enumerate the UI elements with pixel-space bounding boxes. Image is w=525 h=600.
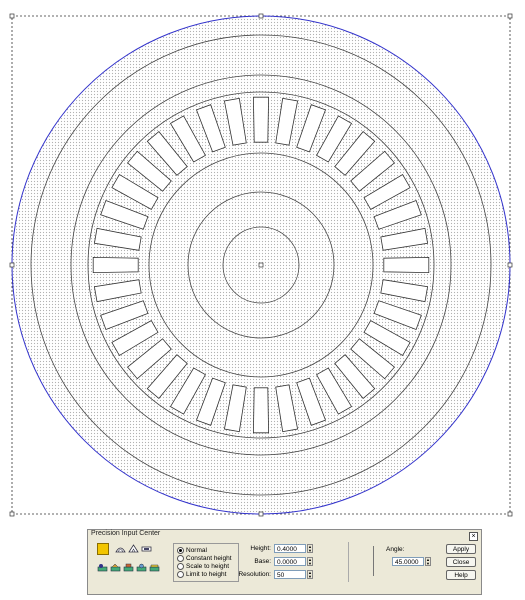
radio-icon[interactable] bbox=[177, 571, 184, 578]
color-swatch-icon[interactable] bbox=[97, 543, 109, 555]
dome-icon[interactable] bbox=[115, 544, 126, 553]
panel-title: Precision Input Center bbox=[91, 530, 161, 537]
handle-top-right[interactable] bbox=[507, 13, 513, 19]
close-button[interactable]: Close bbox=[446, 557, 476, 567]
angle-slider[interactable] bbox=[373, 546, 380, 576]
mode-scale-to-height[interactable]: Scale to height bbox=[177, 563, 229, 570]
height-field[interactable]: 0.4000 bbox=[274, 544, 306, 553]
design-canvas[interactable] bbox=[0, 0, 525, 529]
help-button[interactable]: Help bbox=[446, 570, 476, 580]
arch-icon[interactable] bbox=[128, 544, 139, 553]
radio-icon[interactable] bbox=[177, 563, 184, 570]
base-spinner[interactable]: ▲ ▼ bbox=[307, 557, 313, 566]
resolution-spinner[interactable]: ▲ ▼ bbox=[307, 570, 313, 579]
bar-icon[interactable] bbox=[141, 544, 152, 553]
tool-a-icon[interactable] bbox=[97, 563, 108, 572]
resolution-label: Resolution: bbox=[238, 571, 271, 578]
height-label: Height: bbox=[250, 545, 271, 552]
base-label: Base: bbox=[254, 558, 271, 565]
radio-icon[interactable] bbox=[177, 555, 184, 562]
angle-label: Angle: bbox=[386, 546, 405, 553]
angle-spinner[interactable]: ▲ ▼ bbox=[425, 557, 431, 566]
handle-bottom-right[interactable] bbox=[507, 511, 513, 517]
handle-left[interactable] bbox=[9, 262, 15, 268]
handle-bottom-left[interactable] bbox=[9, 511, 15, 517]
tool-b-icon[interactable] bbox=[110, 563, 121, 572]
radio-selected-icon[interactable] bbox=[177, 547, 184, 554]
resolution-field[interactable]: 50 bbox=[274, 570, 306, 579]
apply-button[interactable]: Apply bbox=[446, 544, 476, 554]
tool-c-icon[interactable] bbox=[123, 563, 134, 572]
handle-top[interactable] bbox=[258, 13, 264, 19]
mode-normal[interactable]: Normal bbox=[177, 547, 207, 554]
center-marker[interactable] bbox=[258, 262, 264, 268]
close-icon[interactable]: × bbox=[469, 532, 478, 541]
radial-slot bbox=[252, 387, 270, 434]
tool-e-icon[interactable] bbox=[149, 563, 160, 572]
radial-slot bbox=[383, 256, 430, 274]
angle-field[interactable]: 45.0000 bbox=[392, 557, 424, 566]
base-field[interactable]: 0.0000 bbox=[274, 557, 306, 566]
mode-limit-to-height[interactable]: Limit to height bbox=[177, 571, 226, 578]
divider bbox=[348, 542, 349, 582]
radial-slot bbox=[252, 96, 270, 143]
handle-bottom[interactable] bbox=[258, 511, 264, 517]
tool-d-icon[interactable] bbox=[136, 563, 147, 572]
handle-right[interactable] bbox=[507, 262, 513, 268]
height-spinner[interactable]: ▲ ▼ bbox=[307, 544, 313, 553]
precision-input-center: Precision Input Center × Normal Constant… bbox=[87, 529, 482, 595]
radial-slot bbox=[92, 256, 139, 274]
handle-top-left[interactable] bbox=[9, 13, 15, 19]
